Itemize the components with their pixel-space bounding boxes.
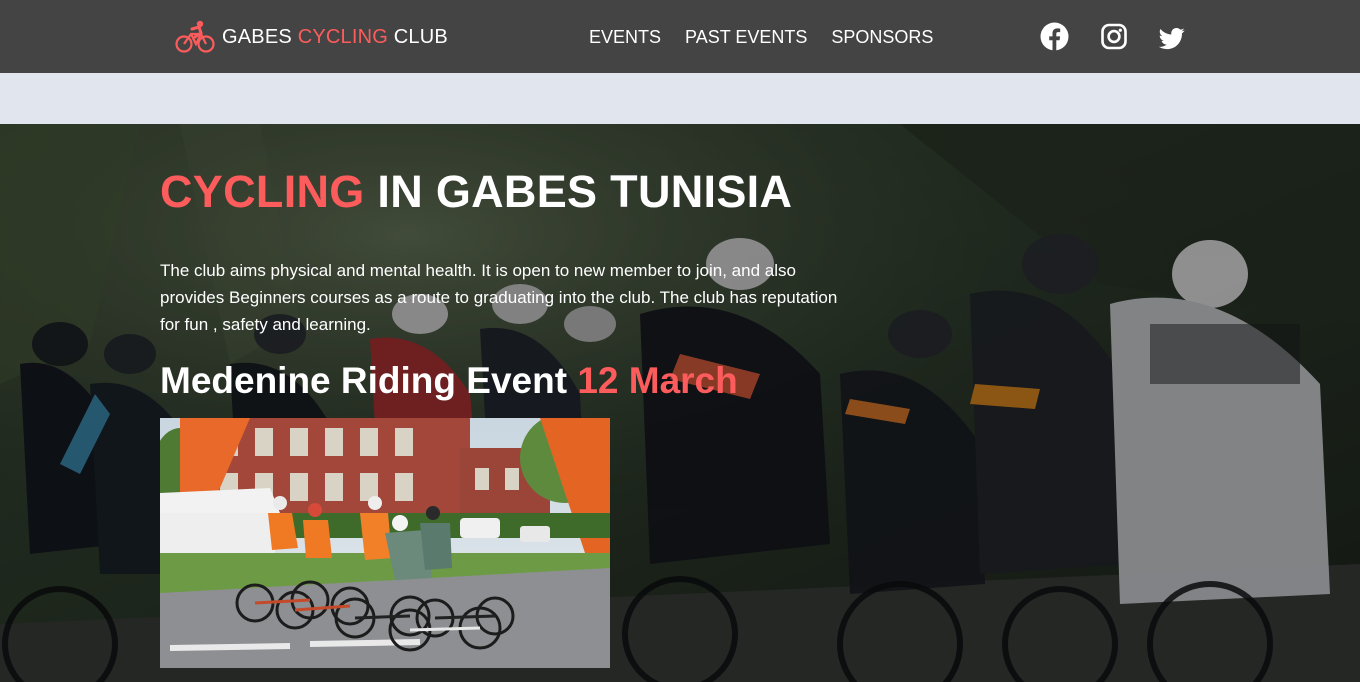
event-name: Medenine Riding Event: [160, 360, 568, 401]
hero-section: CYCLING IN GABES TUNISIA The club aims p…: [0, 124, 1360, 682]
top-navbar: GABES CYCLING CLUB EVENTS PAST EVENTS SP…: [0, 0, 1360, 73]
nav-link-past-events[interactable]: PAST EVENTS: [685, 26, 807, 48]
hero-title-rest: IN GABES TUNISIA: [377, 166, 793, 217]
main-nav: EVENTS PAST EVENTS SPONSORS: [589, 26, 933, 48]
brand-name-part1: GABES: [222, 25, 292, 48]
instagram-icon[interactable]: [1101, 22, 1127, 52]
brand-name: GABES CYCLING CLUB: [222, 26, 448, 49]
hero-title-accent: CYCLING: [160, 166, 365, 217]
brand-name-part2: CLUB: [393, 25, 448, 48]
cyclist-icon: [175, 20, 215, 53]
event-date: 12 March: [577, 360, 738, 401]
brand-link[interactable]: GABES CYCLING CLUB: [175, 18, 448, 56]
hero-description: The club aims physical and mental health…: [160, 261, 838, 334]
facebook-icon[interactable]: [1040, 22, 1069, 52]
event-photo[interactable]: [160, 418, 610, 668]
event-title: Medenine Riding Event 12 March: [160, 360, 738, 402]
header-spacer: [0, 73, 1360, 124]
nav-link-sponsors[interactable]: SPONSORS: [831, 26, 933, 48]
hero-title: CYCLING IN GABES TUNISIA: [160, 166, 792, 218]
brand-name-accent: CYCLING: [297, 25, 388, 48]
twitter-icon[interactable]: [1159, 22, 1185, 52]
nav-link-events[interactable]: EVENTS: [589, 26, 661, 48]
